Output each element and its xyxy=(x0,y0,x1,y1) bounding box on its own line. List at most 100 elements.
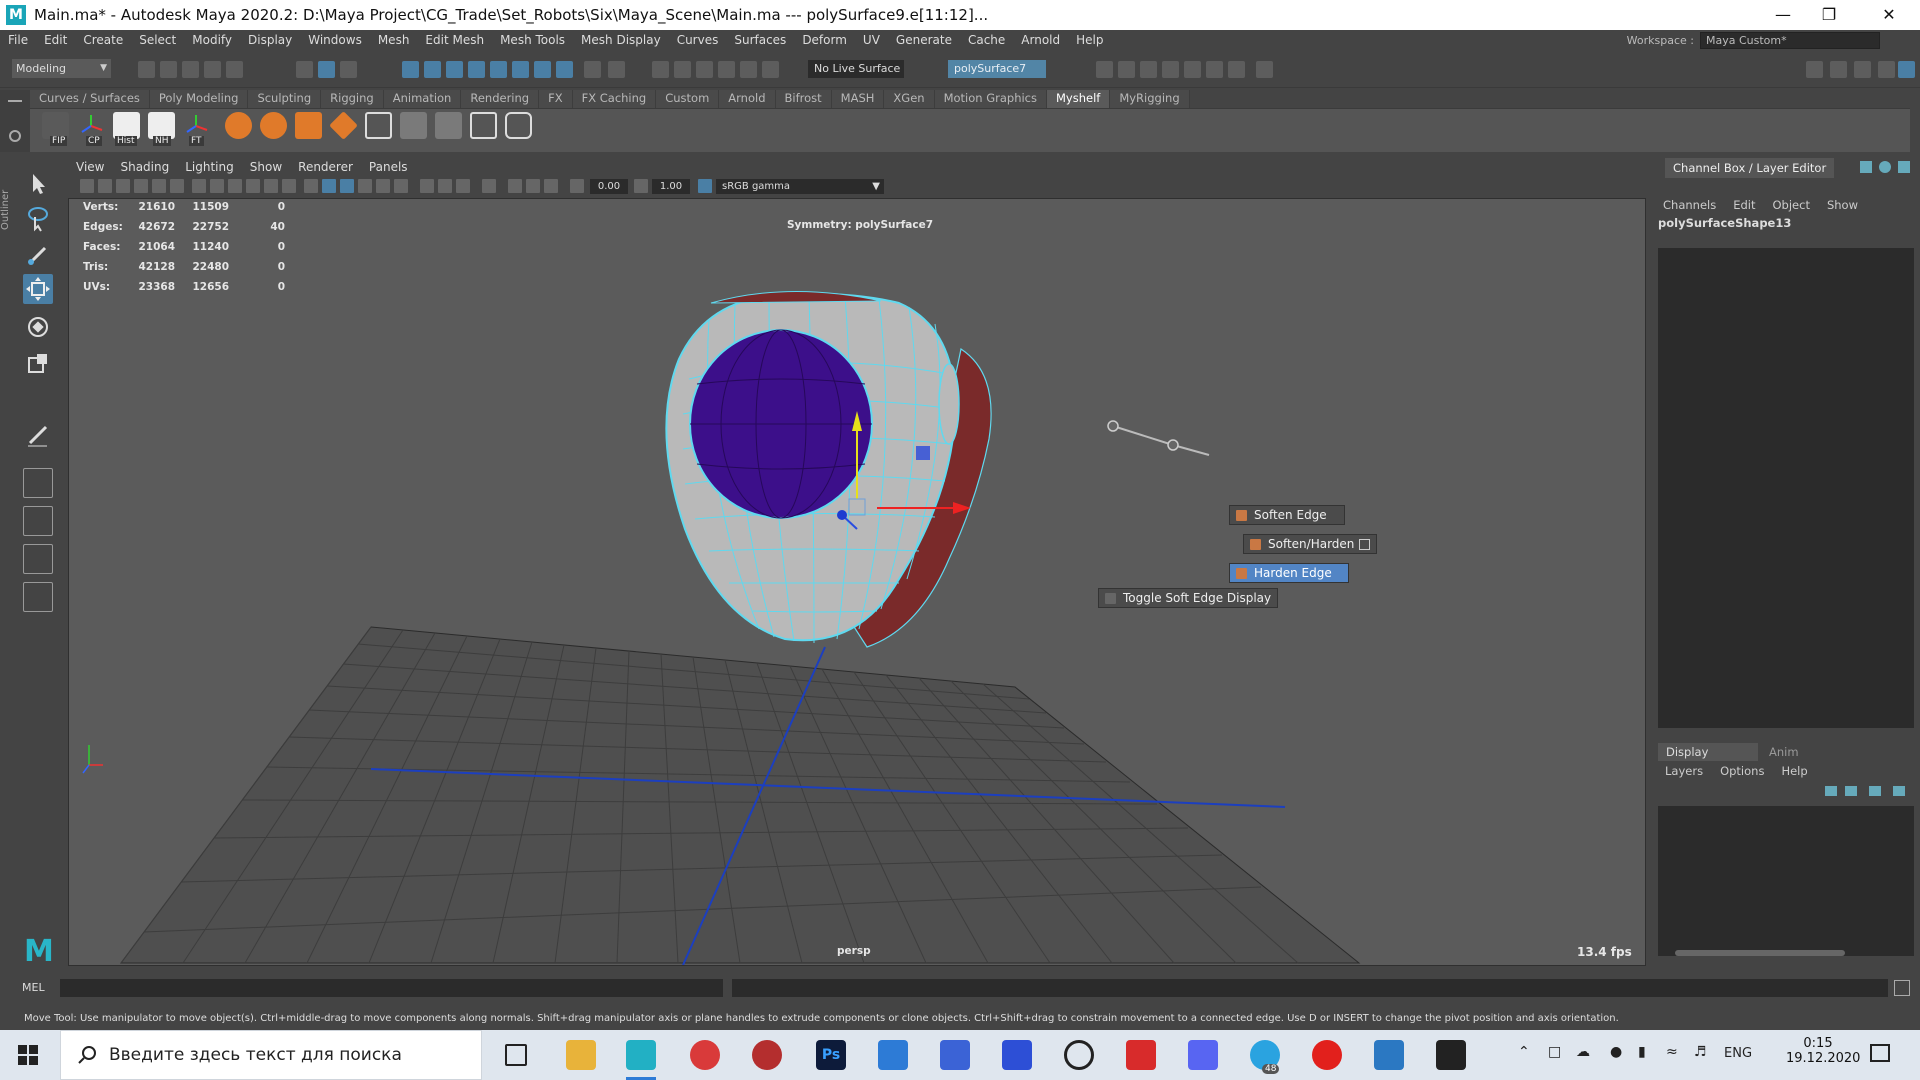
tab-motion-graphics[interactable]: Motion Graphics xyxy=(934,90,1047,108)
menu-display[interactable]: Display xyxy=(240,33,300,47)
snapshot-icon[interactable] xyxy=(1162,61,1179,78)
xray-joints-icon[interactable] xyxy=(544,179,558,193)
move-layer-down-icon[interactable] xyxy=(1845,786,1857,796)
cb-menu-object[interactable]: Object xyxy=(1773,198,1810,212)
windows-start-icon[interactable] xyxy=(18,1045,38,1065)
screen-space-ao-icon[interactable] xyxy=(420,179,434,193)
exposure-icon[interactable] xyxy=(570,179,584,193)
wifi-icon[interactable]: ≈ xyxy=(1666,1044,1678,1060)
arnold-render-icon[interactable] xyxy=(1184,61,1201,78)
single-perspective-icon[interactable] xyxy=(23,468,53,498)
image-plane-icon[interactable] xyxy=(134,179,148,193)
menu-help[interactable]: Help xyxy=(1068,33,1111,47)
search-app-icon[interactable] xyxy=(1064,1040,1094,1070)
safe-action-icon[interactable] xyxy=(282,179,296,193)
tab-custom[interactable]: Custom xyxy=(656,90,720,108)
freeze-transform-icon[interactable] xyxy=(183,112,210,139)
viewport-persp[interactable]: Verts: 21610 11509 0 Edges: 42672 22752 … xyxy=(68,198,1646,966)
move-layer-up-icon[interactable] xyxy=(1825,786,1837,796)
tab-sculpting[interactable]: Sculpting xyxy=(248,90,322,108)
harden-edge-menu-item[interactable]: Harden Edge xyxy=(1229,563,1349,583)
close-button[interactable]: ✕ xyxy=(1866,0,1912,30)
language-indicator[interactable]: ENG xyxy=(1724,1046,1752,1061)
new-layer-icon[interactable] xyxy=(1893,786,1905,796)
menu-curves[interactable]: Curves xyxy=(669,33,727,47)
tab-mash[interactable]: MASH xyxy=(831,90,885,108)
tab-myshelf[interactable]: Myshelf xyxy=(1047,90,1111,108)
isolate-view-icon[interactable] xyxy=(482,179,496,193)
multi-cut-icon[interactable] xyxy=(365,112,392,139)
snap-point-icon[interactable] xyxy=(446,61,463,78)
vp-menu-view[interactable]: View xyxy=(68,160,112,174)
menu-generate[interactable]: Generate xyxy=(888,33,960,47)
colorspace-select[interactable]: sRGB gamma ▼ xyxy=(716,179,884,194)
attribute-editor-icon[interactable] xyxy=(1830,61,1847,78)
hypershade-icon[interactable] xyxy=(718,61,735,78)
tab-poly-modeling[interactable]: Poly Modeling xyxy=(149,90,249,108)
lock-icon[interactable] xyxy=(584,61,601,78)
wireframe-on-shaded-icon[interactable] xyxy=(340,179,354,193)
menu-uv[interactable]: UV xyxy=(855,33,888,47)
grid-icon[interactable] xyxy=(192,179,206,193)
resolution-gate-icon[interactable] xyxy=(228,179,242,193)
tab-animation[interactable]: Animation xyxy=(383,90,462,108)
clock[interactable]: 0:15 19.12.2020 xyxy=(1786,1036,1860,1066)
fip-icon[interactable] xyxy=(42,112,69,139)
menu-file[interactable]: File xyxy=(0,33,36,47)
tab-curves-surfaces[interactable]: Curves / Surfaces xyxy=(30,90,150,108)
tab-fx[interactable]: FX xyxy=(539,90,573,108)
menu-arnold[interactable]: Arnold xyxy=(1013,33,1068,47)
tray-device-icon[interactable]: □ xyxy=(1548,1044,1561,1060)
delete-history-icon[interactable] xyxy=(113,112,140,139)
menu-surfaces[interactable]: Surfaces xyxy=(726,33,794,47)
vp-menu-lighting[interactable]: Lighting xyxy=(177,160,242,174)
layer-list[interactable] xyxy=(1658,806,1914,956)
redo-icon[interactable] xyxy=(226,61,243,78)
select-component-icon[interactable] xyxy=(340,61,357,78)
ipr-icon[interactable] xyxy=(1206,61,1223,78)
grease-pencil-icon[interactable] xyxy=(170,179,184,193)
substance-app-icon[interactable] xyxy=(690,1040,720,1070)
menu-deform[interactable]: Deform xyxy=(794,33,855,47)
mel-label[interactable]: MEL xyxy=(22,981,45,994)
minimize-button[interactable]: — xyxy=(1760,0,1806,30)
layer-menu-layers[interactable]: Layers xyxy=(1665,764,1703,778)
save-scene-icon[interactable] xyxy=(182,61,199,78)
layout-icon[interactable] xyxy=(1898,61,1915,78)
select-camera-icon[interactable] xyxy=(80,179,94,193)
snap-view-icon[interactable] xyxy=(468,61,485,78)
attribute-editor-toggle-icon[interactable] xyxy=(1879,161,1891,173)
snap-pivot-icon[interactable] xyxy=(534,61,551,78)
menu-cache[interactable]: Cache xyxy=(960,33,1013,47)
tray-chevron-icon[interactable]: ⌃ xyxy=(1518,1044,1530,1060)
mel-input[interactable] xyxy=(60,979,723,997)
history-icon[interactable] xyxy=(608,61,625,78)
select-tool-icon[interactable] xyxy=(23,168,53,198)
tab-rigging[interactable]: Rigging xyxy=(321,90,384,108)
wireframe-icon[interactable] xyxy=(304,179,318,193)
snap-settings-icon[interactable] xyxy=(556,61,573,78)
use-all-lights-icon[interactable] xyxy=(376,179,390,193)
vp-menu-show[interactable]: Show xyxy=(242,160,290,174)
2d-pan-icon[interactable] xyxy=(152,179,166,193)
view-transform-icon[interactable] xyxy=(698,179,712,193)
render-region-icon[interactable] xyxy=(1140,61,1157,78)
cb-menu-edit[interactable]: Edit xyxy=(1733,198,1755,212)
soften-harden-menu-item[interactable]: Soften/Harden xyxy=(1243,534,1377,554)
option-box-icon[interactable] xyxy=(1359,539,1370,550)
app-icon[interactable] xyxy=(940,1040,970,1070)
menu-edit-mesh[interactable]: Edit Mesh xyxy=(417,33,492,47)
gamma-field[interactable]: 1.00 xyxy=(652,179,690,194)
move-tool-icon[interactable] xyxy=(23,274,53,304)
tab-rendering[interactable]: Rendering xyxy=(461,90,540,108)
select-object-icon[interactable] xyxy=(318,61,335,78)
battery-icon[interactable]: ▮ xyxy=(1638,1044,1646,1060)
motion-blur-icon[interactable] xyxy=(438,179,452,193)
channel-box-icon[interactable] xyxy=(1878,61,1895,78)
volume-icon[interactable]: ♬ xyxy=(1694,1044,1707,1060)
photoshop-icon[interactable]: Ps xyxy=(816,1040,846,1070)
layer-menu-help[interactable]: Help xyxy=(1781,764,1807,778)
file-explorer-icon[interactable] xyxy=(566,1040,596,1070)
menu-windows[interactable]: Windows xyxy=(300,33,370,47)
restore-button[interactable]: ❐ xyxy=(1806,0,1852,30)
